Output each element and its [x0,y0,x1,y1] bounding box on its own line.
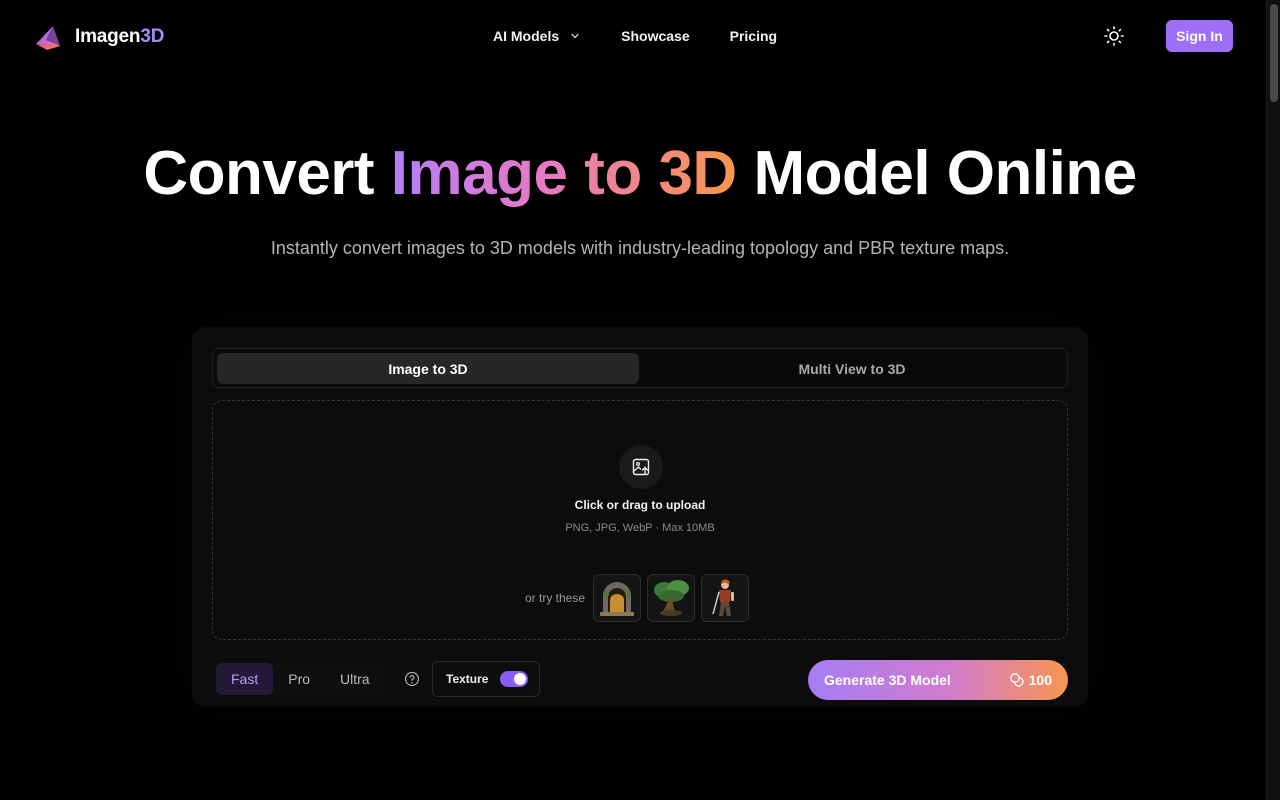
sun-icon[interactable] [1103,25,1125,47]
upload-title: Click or drag to upload [574,498,706,512]
hero-title: Convert Image to 3D Model Online [143,139,1137,208]
help-circle-icon[interactable] [404,671,420,687]
nav-showcase-label: Showcase [621,28,690,44]
coins-icon [1009,673,1024,687]
hero-subtitle: Instantly convert images to 3D models wi… [270,238,1010,258]
nav-showcase[interactable]: Showcase [621,28,689,44]
toggle-knob [514,673,527,685]
texture-label: Texture [446,672,489,686]
mode-fast[interactable]: Fast [216,663,274,695]
generate-3d-model-button[interactable]: Generate 3D Model 100 [808,660,1068,700]
mode-tabs: Image to 3D Multi View to 3D [212,348,1068,388]
nav-ai-models-label: AI Models [493,28,560,44]
upload-dropzone[interactable]: Click or drag to upload PNG, JPG, WebP ·… [212,400,1068,640]
samples-label: or try these [525,591,586,605]
warrior-character-icon [712,579,735,616]
scrollbar-thumb[interactable] [1270,4,1278,102]
mode-ultra[interactable]: Ultra [325,663,385,695]
texture-toggle[interactable] [500,671,529,687]
brand-logo-link[interactable]: Imagen3D [33,22,164,52]
chevron-down-icon [571,33,579,39]
quality-mode-selector: Fast Pro Ultra [216,663,385,695]
stone-portal-icon [600,582,635,616]
bonsai-tree-icon [654,580,690,616]
sign-in-button[interactable]: Sign In [1166,20,1233,52]
texture-control: Texture [432,661,540,697]
warrior-character-sample[interactable] [701,574,750,622]
page-scrollbar[interactable] [1266,0,1280,800]
generate-label: Generate 3D Model [824,672,951,688]
mode-pro[interactable]: Pro [273,663,325,695]
brand-name: Imagen3D [75,26,165,47]
upload-icon-wrapper [619,445,663,489]
credits-value: 100 [1028,672,1052,688]
image-upload-icon [632,458,650,476]
tab-multi-view-to-3d[interactable]: Multi View to 3D [641,353,1063,384]
stone-portal-sample[interactable] [593,574,642,622]
hero-title-highlight: Image to 3D [390,139,737,208]
prism-logo-icon [36,26,60,50]
credits-cost: 100 [1009,672,1052,688]
converter-card: Image to 3D Multi View to 3D Click or dr… [192,327,1088,707]
top-header: Imagen3D AI Models Showcase Pricing Sign… [0,0,1266,72]
sample-images: or try these [525,574,750,622]
main-nav: AI Models Showcase Pricing [493,28,777,44]
nav-pricing-label: Pricing [729,28,778,44]
tab-image-to-3d[interactable]: Image to 3D [217,353,639,384]
bonsai-tree-sample[interactable] [647,574,696,622]
upload-hint: PNG, JPG, WebP · Max 10MB [565,522,715,534]
nav-ai-models[interactable]: AI Models [493,28,581,44]
nav-pricing[interactable]: Pricing [730,28,777,44]
